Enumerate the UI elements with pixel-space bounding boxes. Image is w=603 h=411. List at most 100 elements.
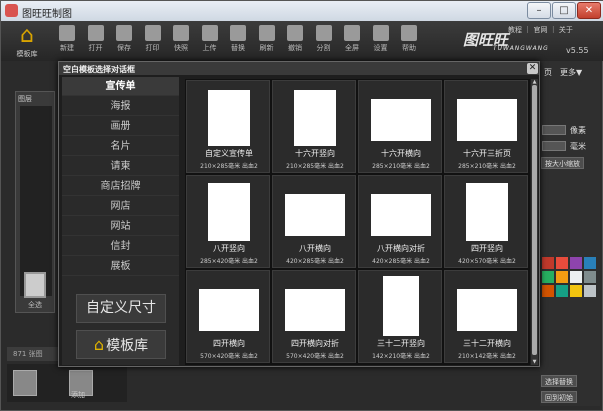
color-swatch[interactable] <box>584 285 596 297</box>
layer-thumbnail[interactable] <box>24 272 46 298</box>
template-preview <box>371 99 431 141</box>
template-card[interactable]: 八开横向对折 420×285毫米 出血2 <box>358 175 442 268</box>
select-replace-button[interactable]: 选择替换 <box>541 375 577 387</box>
template-size: 420×570毫米 出血2 <box>458 258 516 265</box>
scroll-thumb[interactable] <box>532 85 537 355</box>
category-item[interactable]: 请柬 <box>62 157 179 176</box>
category-item[interactable]: 展板 <box>62 257 179 276</box>
toolbar-button[interactable]: 撤销 <box>281 25 309 53</box>
template-name: 自定义宣传单 <box>205 149 253 158</box>
color-swatch[interactable] <box>570 257 582 269</box>
unit-mm-label: 毫米 <box>570 142 586 151</box>
color-swatch[interactable] <box>542 271 554 283</box>
toolbar-button[interactable]: 全屏 <box>338 25 366 53</box>
category-item[interactable]: 商店招牌 <box>62 177 179 196</box>
template-size: 210×285毫米 出血2 <box>286 163 344 170</box>
template-card[interactable]: 十六开横向 285×210毫米 出血2 <box>358 80 442 173</box>
color-swatches <box>540 257 600 357</box>
width-input[interactable] <box>542 125 566 135</box>
template-name: 八开横向 <box>299 244 331 253</box>
toolbar-button[interactable]: 设置 <box>367 25 395 53</box>
template-card[interactable]: 十六开竖向 210×285毫米 出血2 <box>272 80 356 173</box>
grid-scrollbar[interactable]: ▲ ▼ <box>531 79 538 365</box>
toolbar-button-label: 刷新 <box>259 44 274 52</box>
template-size: 142×210毫米 出血2 <box>372 353 430 360</box>
unit-pixel-label: 像素 <box>570 126 586 135</box>
template-card[interactable]: 三十二开横向 210×142毫米 出血2 <box>444 270 528 363</box>
color-swatch[interactable] <box>542 285 554 297</box>
custom-size-button[interactable]: 自定义尺寸 <box>76 294 166 323</box>
template-card[interactable]: 自定义宣传单 210×285毫米 出血2 <box>186 80 270 173</box>
template-card[interactable]: 八开横向 420×285毫米 出血2 <box>272 175 356 268</box>
more-dropdown[interactable]: 更多▼ <box>560 67 582 78</box>
template-library-button[interactable]: ⌂ 模板库 <box>9 25 45 59</box>
color-swatch[interactable] <box>584 271 596 283</box>
category-list: 自定义尺寸 ⌂ 模板库 宣传单 海报 画册 名片 请柬 商店招牌 网店 网站 信封 展板 <box>62 77 179 365</box>
template-name: 四开横向对折 <box>291 339 339 348</box>
color-swatch[interactable] <box>556 271 568 283</box>
layers-list[interactable] <box>20 106 52 296</box>
house-icon: ⌂ <box>93 335 105 354</box>
home-icon: ⌂ <box>20 23 34 48</box>
category-item[interactable]: 网店 <box>62 197 179 216</box>
category-item[interactable]: 宣传单 <box>62 77 179 96</box>
category-item[interactable]: 网站 <box>62 217 179 236</box>
category-item[interactable]: 名片 <box>62 137 179 156</box>
template-card[interactable]: 十六开三折页 285×210毫米 出血2 <box>444 80 528 173</box>
color-swatch[interactable] <box>556 257 568 269</box>
category-item[interactable]: 画册 <box>62 117 179 136</box>
template-card[interactable]: 三十二开竖向 142×210毫米 出血2 <box>358 270 442 363</box>
toolbar-button-label: 快照 <box>174 44 188 52</box>
template-preview <box>466 183 508 241</box>
toolbar-button[interactable]: 上传 <box>196 25 224 53</box>
template-card[interactable]: 四开竖向 420×570毫米 出血2 <box>444 175 528 268</box>
scroll-down-icon[interactable]: ▼ <box>531 359 538 365</box>
template-size: 420×285毫米 出血2 <box>286 258 344 265</box>
image-thumbnail[interactable] <box>13 370 37 396</box>
template-name: 四开竖向 <box>471 244 503 253</box>
scale-by-size-button[interactable]: 按大小缩放 <box>541 157 584 169</box>
toolbar-button[interactable]: 保存 <box>110 25 138 53</box>
height-input[interactable] <box>542 141 566 151</box>
template-library-big-button[interactable]: ⌂ 模板库 <box>76 330 166 359</box>
template-card[interactable]: 四开横向 570×420毫米 出血2 <box>186 270 270 363</box>
app-window: 图旺旺制图 – □ ✕ ⌂ 模板库 新建 打开 保存 打印 快照 上传 替换 刷新 撤销 分割 全屏… <box>0 0 603 411</box>
new-file-icon <box>59 25 75 41</box>
template-preview <box>294 90 336 146</box>
color-swatch[interactable] <box>542 257 554 269</box>
category-item[interactable]: 海报 <box>62 97 179 116</box>
reset-button[interactable]: 回到初始 <box>541 391 577 403</box>
template-size: 210×142毫米 出血2 <box>458 353 516 360</box>
toolbar-button-label: 新建 <box>60 44 74 52</box>
toolbar-button[interactable]: 替换 <box>224 25 252 53</box>
replace-icon <box>230 25 246 41</box>
color-swatch[interactable] <box>556 285 568 297</box>
toolbar-button-label: 上传 <box>202 44 217 52</box>
toolbar-button[interactable]: 刷新 <box>253 25 281 53</box>
app-icon <box>5 4 18 17</box>
page-tab[interactable]: 页 <box>544 67 552 78</box>
toolbar-button[interactable]: 快照 <box>167 25 195 53</box>
color-swatch[interactable] <box>570 271 582 283</box>
toolbar-button[interactable]: 打开 <box>82 25 110 53</box>
minimize-button[interactable]: – <box>527 2 551 19</box>
maximize-button[interactable]: □ <box>552 2 576 19</box>
template-preview <box>285 289 345 331</box>
color-swatch[interactable] <box>570 285 582 297</box>
template-card[interactable]: 四开横向对折 570×420毫米 出血2 <box>272 270 356 363</box>
category-item[interactable]: 信封 <box>62 237 179 256</box>
toolbar-button[interactable]: 帮助 <box>395 25 423 53</box>
color-swatch[interactable] <box>584 257 596 269</box>
select-all-label[interactable]: 全选 <box>28 300 42 310</box>
camera-icon <box>173 25 189 41</box>
toolbar-button[interactable]: 打印 <box>139 25 167 53</box>
toolbar-button[interactable]: 新建 <box>53 25 81 53</box>
layers-panel: 图层 全选 <box>15 91 55 313</box>
dialog-close-button[interactable]: ✕ <box>527 63 538 74</box>
template-name: 十六开三折页 <box>463 149 511 158</box>
toolbar-button[interactable]: 分割 <box>310 25 338 53</box>
open-folder-icon <box>87 25 104 41</box>
template-name: 四开横向 <box>213 339 245 348</box>
template-card[interactable]: 八开竖向 285×420毫米 出血2 <box>186 175 270 268</box>
close-window-button[interactable]: ✕ <box>577 2 601 19</box>
